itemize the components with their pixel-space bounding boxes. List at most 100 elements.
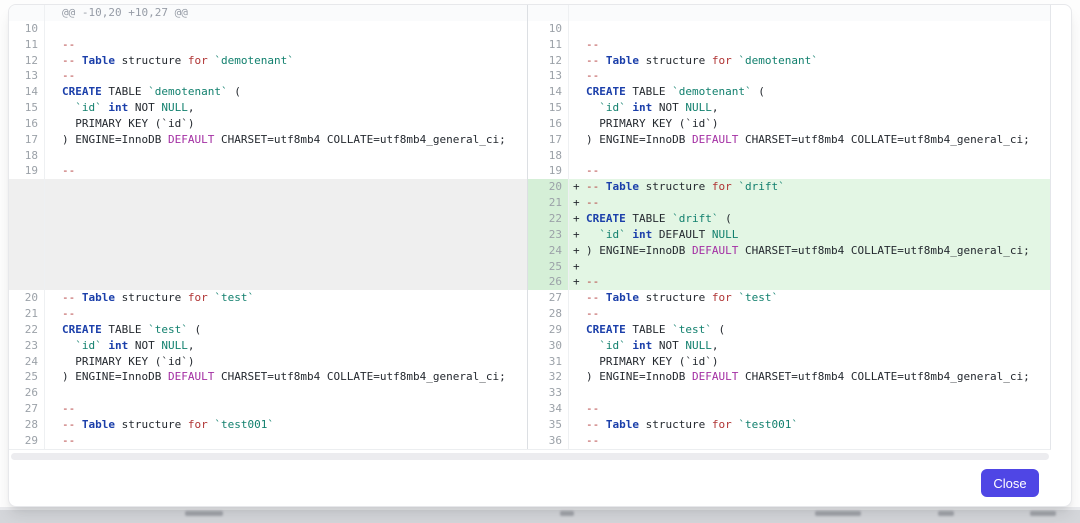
code-token: ( xyxy=(752,85,765,98)
line-number-cell: 12 xyxy=(528,53,569,69)
line-number-cell: 14 xyxy=(528,84,569,100)
code-token: structure xyxy=(639,418,712,431)
code-token xyxy=(62,339,75,352)
line-number-cell: 29 xyxy=(528,322,569,338)
line-number-cell: 31 xyxy=(528,354,569,370)
code-token: `id` xyxy=(599,101,626,114)
line-number-cell: 17 xyxy=(528,132,569,148)
line-number-cell: 16 xyxy=(9,116,45,132)
code-token: int xyxy=(632,228,652,241)
code-line: -- xyxy=(569,306,1050,322)
code-token: `test001` xyxy=(738,418,798,431)
line-number-cell: 33 xyxy=(528,385,569,401)
added-line-marker: + xyxy=(573,227,586,243)
diff-modal: @@ -10,20 +10,27 @@101011--11--12-- Tabl… xyxy=(8,4,1072,507)
code-token: DEFAULT xyxy=(692,370,738,383)
line-number-cell: 20 xyxy=(528,179,569,195)
code-token: structure xyxy=(115,54,188,67)
code-line: -- xyxy=(45,306,528,322)
code-line: ) ENGINE=InnoDB DEFAULT CHARSET=utf8mb4 … xyxy=(569,369,1050,385)
code-token: DEFAULT xyxy=(652,228,712,241)
added-line-marker: + xyxy=(573,259,586,275)
code-token: CHARSET=utf8mb4 COLLATE=utf8mb4_general_… xyxy=(738,370,1029,383)
code-token: structure xyxy=(115,418,188,431)
code-line xyxy=(45,148,528,164)
code-token: CREATE xyxy=(586,323,626,336)
line-number-cell: 28 xyxy=(528,306,569,322)
code-token: ) ENGINE=InnoDB xyxy=(586,370,692,383)
code-token: structure xyxy=(639,180,712,193)
code-token: @@ -10,20 +10,27 @@ xyxy=(62,6,188,19)
code-token: NOT xyxy=(128,101,161,114)
code-line xyxy=(45,179,528,195)
dimmed-text-fragment xyxy=(815,511,861,516)
dimmed-text-fragment xyxy=(938,511,954,516)
line-number-cell: 20 xyxy=(9,290,45,306)
code-token: ( xyxy=(188,323,201,336)
code-line: -- xyxy=(569,401,1050,417)
code-token: Table xyxy=(82,54,115,67)
line-number-cell: 23 xyxy=(9,338,45,354)
line-number-cell: 21 xyxy=(9,306,45,322)
code-line xyxy=(45,211,528,227)
code-token: for xyxy=(712,54,732,67)
code-token: -- xyxy=(62,54,82,67)
code-token: CHARSET=utf8mb4 COLLATE=utf8mb4_general_… xyxy=(214,370,505,383)
code-token: -- xyxy=(586,164,599,177)
horizontal-scrollbar[interactable] xyxy=(11,453,1049,460)
code-line: +-- Table structure for `drift` xyxy=(569,179,1050,195)
code-line: PRIMARY KEY (`id`) xyxy=(569,354,1050,370)
code-token: Table xyxy=(606,291,639,304)
code-token xyxy=(586,228,599,241)
code-token: Table xyxy=(606,180,639,193)
code-line: -- Table structure for `demotenant` xyxy=(569,53,1050,69)
code-token: ( xyxy=(228,85,241,98)
code-token: `test` xyxy=(214,291,254,304)
code-token: `demotenant` xyxy=(148,85,227,98)
code-line xyxy=(569,21,1050,37)
code-line xyxy=(569,385,1050,401)
line-number-cell: 35 xyxy=(528,417,569,433)
added-line-marker: + xyxy=(573,179,586,195)
line-number-cell: 30 xyxy=(528,338,569,354)
code-token: -- xyxy=(62,291,82,304)
code-line: -- Table structure for `test` xyxy=(45,290,528,306)
code-line: CREATE TABLE `test` ( xyxy=(569,322,1050,338)
close-button[interactable]: Close xyxy=(981,469,1039,497)
code-line: -- Table structure for `test001` xyxy=(45,417,528,433)
code-line: PRIMARY KEY (`id`) xyxy=(45,354,528,370)
line-number-cell: 17 xyxy=(9,132,45,148)
code-token: ) ENGINE=InnoDB xyxy=(62,133,168,146)
line-number-cell: 25 xyxy=(9,369,45,385)
dimmed-text-fragment xyxy=(185,511,223,516)
line-number-cell: 28 xyxy=(9,417,45,433)
code-token: -- xyxy=(586,275,599,288)
line-number-cell xyxy=(9,227,45,243)
code-token: NULL xyxy=(161,339,188,352)
code-token: `id` xyxy=(599,228,626,241)
code-line xyxy=(569,148,1050,164)
code-line: -- xyxy=(45,37,528,53)
code-token: CHARSET=utf8mb4 COLLATE=utf8mb4_general_… xyxy=(214,133,505,146)
code-line: ) ENGINE=InnoDB DEFAULT CHARSET=utf8mb4 … xyxy=(45,132,528,148)
code-line: -- xyxy=(569,433,1050,449)
code-token: , xyxy=(188,101,195,114)
page-background: @@ -10,20 +10,27 @@101011--11--12-- Tabl… xyxy=(0,0,1080,523)
code-token: TABLE xyxy=(626,85,672,98)
code-token: TABLE xyxy=(626,212,672,225)
line-number-cell: 36 xyxy=(528,433,569,449)
code-token: PRIMARY KEY (`id`) xyxy=(586,355,718,368)
line-number-cell: 19 xyxy=(528,163,569,179)
line-number-cell: 27 xyxy=(528,290,569,306)
code-token: NULL xyxy=(685,339,712,352)
dimmed-text-fragment xyxy=(560,511,574,516)
code-token: NULL xyxy=(161,101,188,114)
code-token: for xyxy=(188,54,208,67)
code-token: -- xyxy=(62,69,75,82)
code-line xyxy=(45,385,528,401)
code-line: ) ENGINE=InnoDB DEFAULT CHARSET=utf8mb4 … xyxy=(45,369,528,385)
code-token: -- xyxy=(586,180,606,193)
background-page-strip xyxy=(0,507,1080,523)
code-token: -- xyxy=(62,307,75,320)
code-token xyxy=(62,101,75,114)
